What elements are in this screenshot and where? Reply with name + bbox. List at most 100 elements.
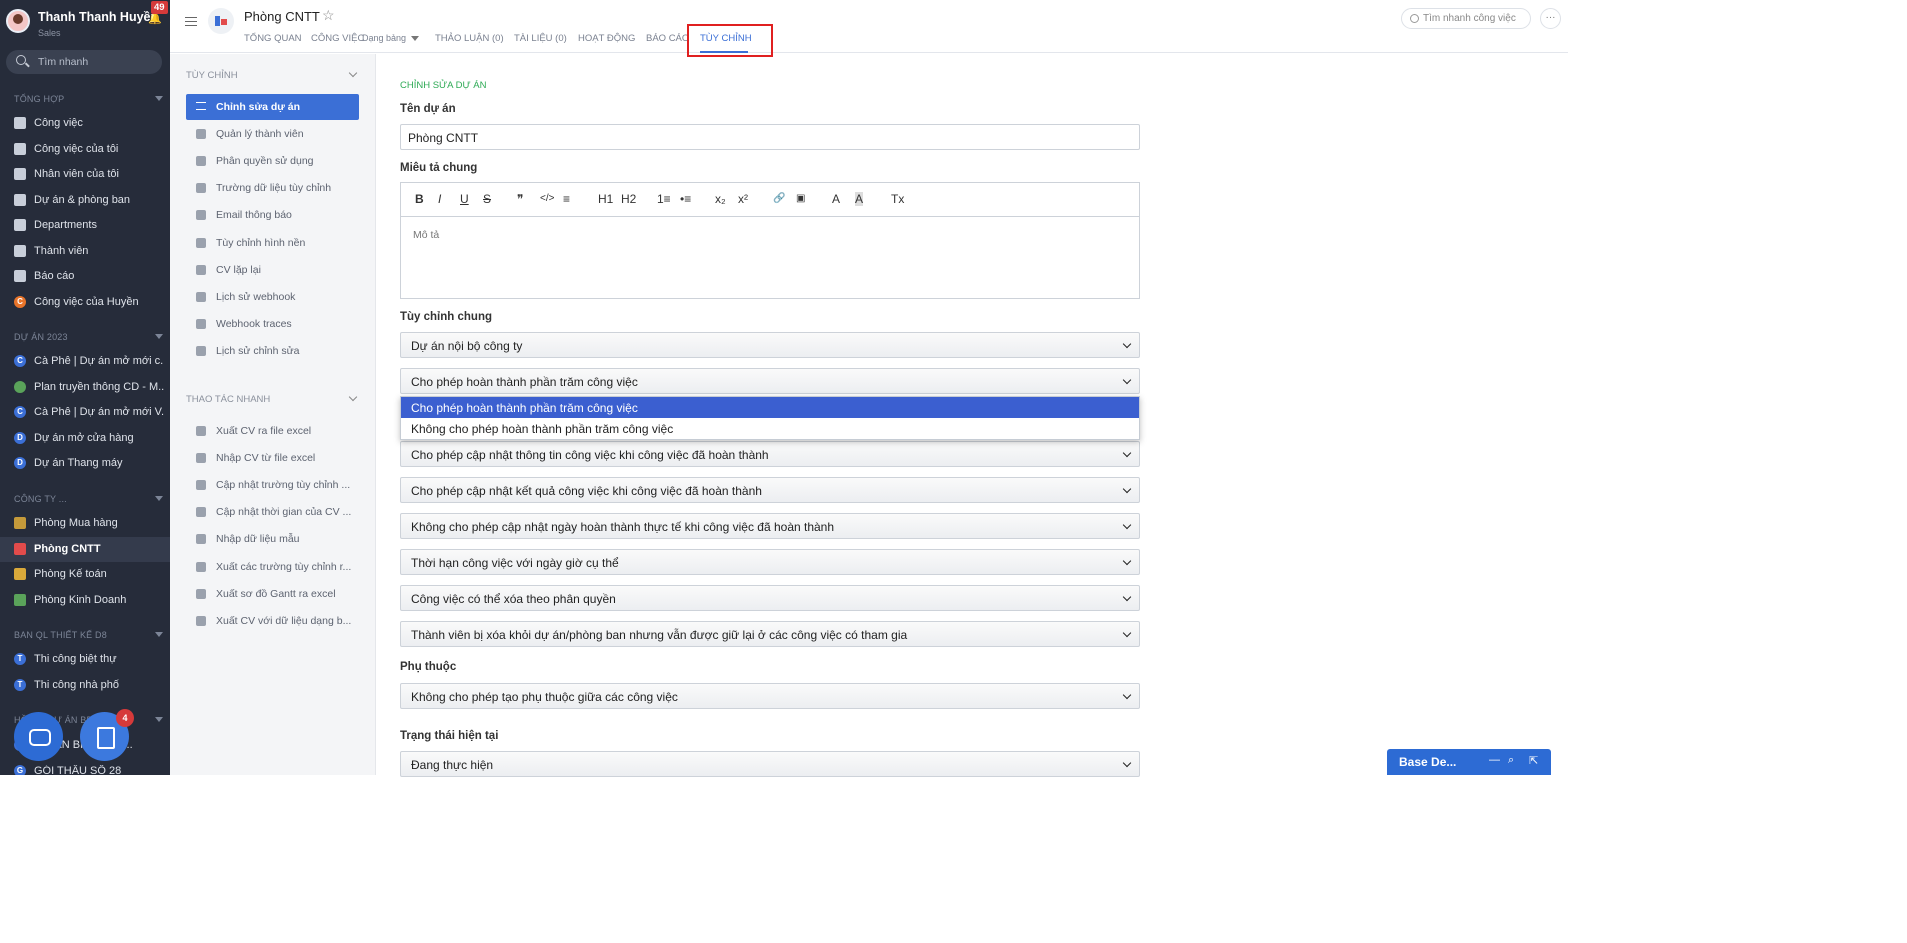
submenu-item[interactable]: Cập nhật thời gian của CV ... bbox=[186, 499, 359, 525]
submenu-section-settings[interactable]: TÙY CHỈNH bbox=[186, 70, 238, 81]
submenu-item[interactable]: CV lặp lại bbox=[186, 257, 359, 283]
menu-icon[interactable] bbox=[185, 17, 197, 26]
submenu-item[interactable]: Phân quyền sử dụng bbox=[186, 148, 359, 174]
superscript-icon[interactable]: x² bbox=[738, 192, 748, 206]
tab-tasks[interactable]: CÔNG VIỆC bbox=[311, 33, 364, 44]
submenu-item[interactable]: Xuất CV ra file excel bbox=[186, 418, 359, 444]
user-panel[interactable]: Thanh Thanh Huyền Sales 🔔 49 bbox=[0, 0, 170, 44]
section-general[interactable]: TỔNG HỢP bbox=[14, 94, 64, 104]
align-icon[interactable]: ≡ bbox=[563, 192, 570, 206]
caret-down-icon[interactable] bbox=[155, 632, 163, 637]
sidebar-item[interactable]: Dự án & phòng ban bbox=[0, 188, 170, 213]
sidebar-item[interactable]: Phòng Kinh Doanh bbox=[0, 588, 170, 613]
submenu-item[interactable]: Cập nhật trường tùy chỉnh ... bbox=[186, 472, 359, 498]
sidebar-item[interactable]: Phòng Mua hàng bbox=[0, 511, 170, 536]
sidebar-item[interactable]: Công việc của tôi bbox=[0, 137, 170, 162]
heading1-icon[interactable]: H1 bbox=[598, 192, 613, 206]
sidebar-item[interactable]: Plan truyền thông CD - M... bbox=[0, 375, 170, 400]
base-chat-bar[interactable]: Base De... — ⌕ ⇱ bbox=[1387, 749, 1551, 775]
highlight-icon[interactable]: A bbox=[855, 192, 864, 206]
sidebar-item[interactable]: C Công việc của Huyền bbox=[0, 290, 170, 315]
submenu-item[interactable]: Lịch sử chỉnh sửa bbox=[186, 338, 359, 364]
code-icon[interactable]: </> bbox=[540, 192, 554, 206]
bold-icon[interactable]: B bbox=[415, 192, 424, 206]
settings-select[interactable]: Cho phép cập nhật thông tin công việc kh… bbox=[400, 441, 1140, 467]
settings-select[interactable]: Công việc có thể xóa theo phân quyền bbox=[400, 585, 1140, 611]
sidebar-item[interactable]: Công việc bbox=[0, 111, 170, 136]
dropdown-option[interactable]: Cho phép hoàn thành phần trăm công việc bbox=[401, 397, 1139, 418]
sidebar-item[interactable]: T Thi công biệt thự bbox=[0, 647, 170, 672]
sidebar-item[interactable]: D Dự án Thang máy bbox=[0, 451, 170, 476]
tab-discussion[interactable]: THẢO LUẬN (0) bbox=[435, 33, 504, 44]
project-name-input[interactable]: Phòng CNTT bbox=[400, 124, 1140, 150]
sidebar-item[interactable]: C Cà Phê | Dự án mở mới V... bbox=[0, 400, 170, 425]
quote-icon[interactable]: ❞ bbox=[517, 192, 523, 206]
sidebar-item[interactable]: C Cà Phê | Dự án mở mới c... bbox=[0, 349, 170, 374]
tab-documents[interactable]: TÀI LIỆU (0) bbox=[514, 33, 567, 44]
submenu-item[interactable]: Nhập CV từ file excel bbox=[186, 445, 359, 471]
underline-icon[interactable]: U bbox=[460, 192, 469, 206]
search-icon[interactable]: ⌕ bbox=[1508, 754, 1514, 767]
settings-select[interactable]: Thành viên bị xóa khỏi dự án/phòng ban n… bbox=[400, 621, 1140, 647]
settings-select[interactable]: Cho phép hoàn thành phần trăm công việc bbox=[400, 368, 1140, 394]
tab-activity[interactable]: HOẠT ĐỘNG bbox=[578, 33, 635, 44]
font-color-icon[interactable]: A bbox=[832, 192, 840, 206]
chevron-down-icon[interactable] bbox=[411, 36, 419, 41]
sidebar-item[interactable]: T Thi công nhà phố bbox=[0, 673, 170, 698]
heading2-icon[interactable]: H2 bbox=[621, 192, 636, 206]
star-icon[interactable]: ☆ bbox=[322, 7, 335, 24]
dropdown-option[interactable]: Không cho phép hoàn thành phần trăm công… bbox=[401, 418, 1139, 439]
submenu-item[interactable]: Email thông báo bbox=[186, 202, 359, 228]
bullet-list-icon[interactable]: •≡ bbox=[680, 192, 691, 206]
caret-down-icon[interactable] bbox=[155, 334, 163, 339]
settings-select[interactable]: Cho phép cập nhật kết quả công việc khi … bbox=[400, 477, 1140, 503]
description-editor[interactable]: B I U S ❞ </> ≡ H1 H2 1≡ •≡ x₂ x² 🔗 ▣ A A Tx Mô tả bbox=[400, 182, 1140, 299]
submenu-item[interactable]: Chỉnh sửa dự án bbox=[186, 94, 359, 120]
section-company[interactable]: CÔNG TY ... bbox=[14, 494, 67, 504]
sidebar-item[interactable]: Phòng Kế toán bbox=[0, 562, 170, 587]
submenu-item[interactable]: Quản lý thành viên bbox=[186, 121, 359, 147]
sidebar-item[interactable]: Departments bbox=[0, 213, 170, 238]
submenu-item[interactable]: Xuất CV với dữ liệu dạng b... bbox=[186, 608, 359, 634]
sidebar-item[interactable]: Nhân viên của tôi bbox=[0, 162, 170, 187]
chevron-down-icon[interactable] bbox=[348, 68, 358, 78]
sidebar-item[interactable]: Thành viên bbox=[0, 239, 170, 264]
section-design[interactable]: BAN QL THIẾT KẾ D8 bbox=[14, 630, 107, 640]
user-name[interactable]: Thanh Thanh Huyền bbox=[38, 10, 158, 24]
submenu-item[interactable]: Trường dữ liệu tùy chỉnh bbox=[186, 175, 359, 201]
tab-overview[interactable]: TỔNG QUAN bbox=[244, 33, 302, 44]
chat-button[interactable] bbox=[14, 712, 63, 761]
submenu-section-quick-actions[interactable]: THAO TÁC NHANH bbox=[186, 394, 270, 405]
italic-icon[interactable]: I bbox=[438, 192, 441, 206]
settings-select[interactable]: Dự án nội bộ công ty bbox=[400, 332, 1140, 358]
submenu-item[interactable]: Lịch sử webhook bbox=[186, 284, 359, 310]
submenu-item[interactable]: Xuất sơ đồ Gantt ra excel bbox=[186, 581, 359, 607]
link-icon[interactable]: 🔗 bbox=[773, 192, 785, 206]
caret-down-icon[interactable] bbox=[155, 717, 163, 722]
view-mode-select[interactable]: Dạng bảng bbox=[362, 33, 406, 43]
sidebar-item[interactable]: D Dự án mở cửa hàng bbox=[0, 426, 170, 451]
settings-select[interactable]: Thời hạn công việc với ngày giờ cụ thể bbox=[400, 549, 1140, 575]
subscript-icon[interactable]: x₂ bbox=[715, 192, 726, 206]
submenu-item[interactable]: Xuất các trường tùy chỉnh r... bbox=[186, 554, 359, 580]
status-select[interactable]: Đang thực hiện bbox=[400, 751, 1140, 777]
sidebar-item[interactable]: G GÓI THẦU SỐ 28 bbox=[0, 759, 170, 775]
submenu-item[interactable]: Nhập dữ liệu mẫu bbox=[186, 526, 359, 552]
caret-down-icon[interactable] bbox=[155, 496, 163, 501]
dependency-select[interactable]: Không cho phép tạo phụ thuộc giữa các cô… bbox=[400, 683, 1140, 709]
more-options-button[interactable]: ··· bbox=[1540, 8, 1561, 29]
user-avatar[interactable] bbox=[6, 9, 30, 33]
sidebar-item[interactable]: Báo cáo bbox=[0, 264, 170, 289]
clear-format-icon[interactable]: Tx bbox=[891, 192, 904, 206]
ordered-list-icon[interactable]: 1≡ bbox=[657, 192, 671, 206]
submenu-item[interactable]: Webhook traces bbox=[186, 311, 359, 337]
open-external-icon[interactable]: ⇱ bbox=[1529, 754, 1538, 767]
description-placeholder[interactable]: Mô tả bbox=[413, 229, 439, 241]
tab-reports[interactable]: BÁO CÁO bbox=[646, 33, 689, 44]
sidebar-search-input[interactable]: Tìm nhanh bbox=[6, 50, 162, 74]
submenu-item[interactable]: Tùy chỉnh hình nền bbox=[186, 230, 359, 256]
image-icon[interactable]: ▣ bbox=[796, 192, 805, 206]
task-search-input[interactable]: Tìm nhanh công việc bbox=[1401, 8, 1531, 29]
caret-down-icon[interactable] bbox=[155, 96, 163, 101]
settings-select[interactable]: Không cho phép cập nhật ngày hoàn thành … bbox=[400, 513, 1140, 539]
